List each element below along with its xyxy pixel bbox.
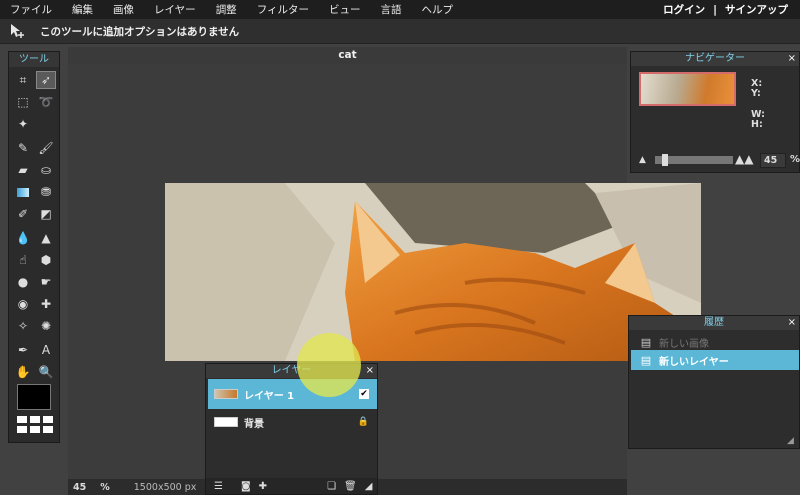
- layer-settings-icon[interactable]: ☰: [214, 481, 223, 492]
- layer-name: レイヤー 1: [244, 390, 295, 402]
- menu-language[interactable]: 言語: [370, 2, 411, 17]
- grid-toggle-icon[interactable]: [17, 416, 53, 433]
- resize-handle-icon[interactable]: ◢: [365, 481, 373, 492]
- menu-image[interactable]: 画像: [103, 2, 144, 17]
- pencil-tool-icon[interactable]: ✎: [13, 139, 33, 157]
- history-item-label: 新しい画像: [659, 338, 709, 350]
- history-item[interactable]: ▤ 新しい画像: [631, 332, 799, 352]
- magic-wand-icon[interactable]: ✦: [13, 115, 33, 133]
- options-message: このツールに追加オプションはありません: [40, 25, 240, 38]
- navigator-zoom-percent: %: [790, 154, 800, 165]
- crop-tool-icon[interactable]: ⌗: [13, 71, 33, 89]
- navigator-close-icon[interactable]: ×: [788, 52, 796, 66]
- dodge-tool-icon[interactable]: ☛: [36, 273, 56, 291]
- auth-separator: |: [713, 3, 717, 16]
- smudge-tool-icon[interactable]: ☝: [13, 251, 33, 269]
- history-item[interactable]: ▤ 新しいレイヤー: [631, 350, 799, 370]
- history-item-label: 新しいレイヤー: [659, 356, 729, 368]
- layer-thumbnail: [214, 417, 238, 427]
- brush-tool-icon[interactable]: 🖌: [36, 139, 56, 157]
- menu-view[interactable]: ビュー: [319, 2, 371, 17]
- lock-icon: 🔒: [357, 417, 369, 427]
- text-tool-icon[interactable]: A: [36, 341, 56, 359]
- history-close-icon[interactable]: ×: [788, 316, 796, 330]
- status-zoom-percent: %: [100, 481, 110, 493]
- color-swatch[interactable]: [17, 384, 51, 410]
- hand-tool-icon[interactable]: ✋: [13, 363, 33, 381]
- menu-layer[interactable]: レイヤー: [144, 2, 206, 17]
- cat-image[interactable]: [165, 183, 701, 361]
- layers-toolbar: ☰ ◙ ✚ ❏ 🗑 ◢: [206, 478, 377, 494]
- navigator-h-label: H:: [751, 119, 763, 130]
- status-zoom-value[interactable]: 45: [73, 482, 86, 493]
- layer-mask-icon[interactable]: ◙: [241, 481, 251, 492]
- bucket-tool-icon[interactable]: ⛀: [36, 161, 56, 179]
- layer-row[interactable]: 背景 🔒: [208, 412, 377, 432]
- layer-name: 背景: [244, 418, 264, 430]
- zoom-out-icon[interactable]: ▲: [639, 155, 646, 165]
- document-icon: ▤: [640, 335, 652, 349]
- navigator-panel: ナビゲーター × X: Y: W: H: ▲ ▲▲ 45 %: [630, 51, 800, 173]
- login-link[interactable]: ログイン: [663, 2, 705, 17]
- zoom-tool-icon[interactable]: 🔍: [36, 363, 56, 381]
- pinch-tool-icon[interactable]: ✺: [36, 317, 56, 335]
- picker-tool-icon[interactable]: ✒: [13, 341, 33, 359]
- status-dimensions: 1500x500 px: [133, 481, 197, 493]
- resize-handle-icon[interactable]: ◢: [787, 436, 796, 446]
- sharpen-tool-icon[interactable]: ▲: [36, 229, 56, 247]
- tools-panel: ツール ⌗ ➶ ⬚ ➰ ✦ ✎ 🖌 ▰ ⛀ ⛃ ✐ ◩ 💧 ▲ ☝ ⬢ ● ☛ …: [8, 51, 60, 443]
- eraser-tool-icon[interactable]: ▰: [13, 161, 33, 179]
- sponge-tool-icon[interactable]: ⬢: [36, 251, 56, 269]
- layer-style-icon[interactable]: ✚: [259, 481, 267, 492]
- navigator-thumbnail[interactable]: [639, 72, 736, 106]
- tools-title: ツール: [9, 52, 59, 67]
- menu-filter[interactable]: フィルター: [247, 2, 319, 17]
- layer-thumbnail: [214, 389, 238, 399]
- move-plus-icon: [6, 20, 28, 42]
- navigator-zoom-row: ▲ ▲▲ 45 %: [631, 152, 800, 170]
- draw-shape-icon[interactable]: ◩: [36, 205, 56, 223]
- zoom-slider-knob[interactable]: [662, 154, 668, 166]
- delete-layer-icon[interactable]: 🗑: [344, 481, 357, 492]
- cursor-highlight: [297, 333, 361, 397]
- navigator-title: ナビゲーター: [685, 53, 745, 64]
- zoom-in-icon[interactable]: ▲▲: [735, 152, 753, 166]
- navigator-y-label: Y:: [751, 88, 761, 99]
- move-tool-icon[interactable]: ➶: [36, 71, 56, 89]
- history-title: 履歴: [704, 317, 724, 328]
- layer-visibility-checkbox[interactable]: ✔: [359, 389, 369, 399]
- marquee-tool-icon[interactable]: ⬚: [13, 93, 33, 111]
- layers-close-icon[interactable]: ×: [366, 364, 374, 378]
- bloat-tool-icon[interactable]: ✧: [13, 317, 33, 335]
- menu-file[interactable]: ファイル: [0, 2, 62, 17]
- stamp-tool-icon[interactable]: ⛃: [36, 183, 56, 201]
- menu-help[interactable]: ヘルプ: [411, 2, 463, 17]
- blur-tool-icon[interactable]: 💧: [13, 229, 33, 247]
- auth-links: ログイン | サインアップ: [659, 2, 800, 17]
- document-icon: ▤: [640, 353, 652, 367]
- navigator-zoom-input[interactable]: 45: [760, 153, 786, 168]
- menu-edit[interactable]: 編集: [62, 2, 103, 17]
- new-layer-icon[interactable]: ❏: [327, 481, 336, 492]
- gradient-tool-icon[interactable]: [13, 183, 33, 201]
- tool-options-bar: このツールに追加オプションはありません: [0, 19, 800, 44]
- color-replace-icon[interactable]: ✐: [13, 205, 33, 223]
- menu-bar: ファイル 編集 画像 レイヤー 調整 フィルター ビュー 言語 ヘルプ ログイン…: [0, 0, 800, 19]
- spot-heal-icon[interactable]: ✚: [36, 295, 56, 313]
- document-title: cat: [68, 47, 627, 64]
- signup-link[interactable]: サインアップ: [725, 2, 788, 17]
- red-eye-icon[interactable]: ◉: [13, 295, 33, 313]
- history-panel: 履歴 × ▤ 新しい画像 ▤ 新しいレイヤー ◢: [628, 315, 800, 449]
- burn-tool-icon[interactable]: ●: [13, 273, 33, 291]
- lasso-tool-icon[interactable]: ➰: [36, 93, 56, 111]
- navigator-zoom-slider[interactable]: [655, 154, 733, 166]
- menu-adjust[interactable]: 調整: [206, 2, 247, 17]
